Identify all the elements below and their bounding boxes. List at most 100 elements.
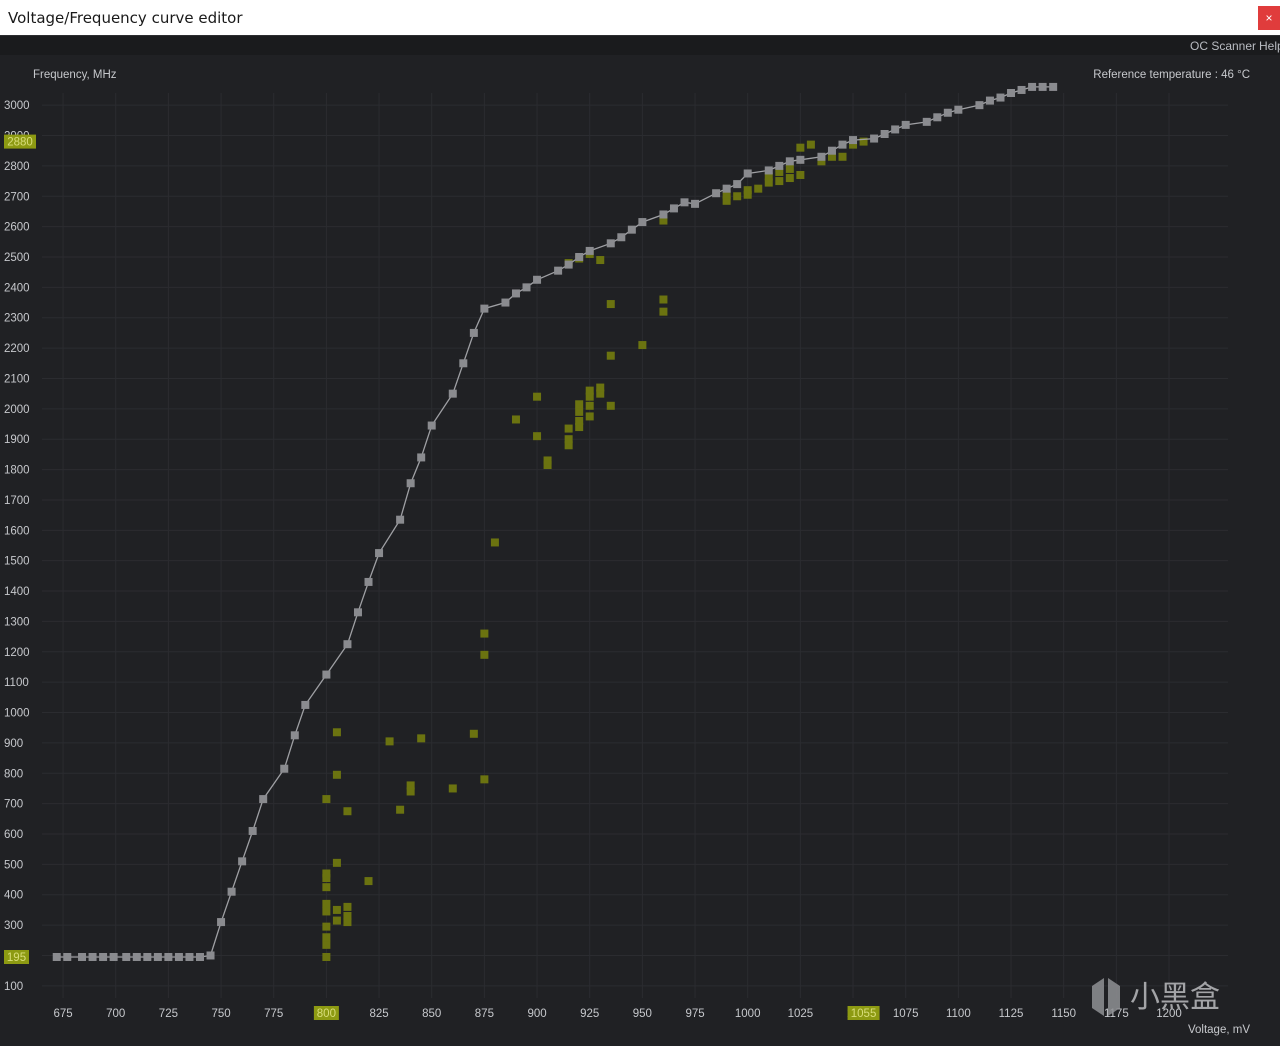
scatter-point[interactable] bbox=[469, 729, 478, 738]
curve-point[interactable] bbox=[522, 283, 531, 292]
curve-point[interactable] bbox=[933, 113, 942, 122]
scatter-point[interactable] bbox=[480, 775, 489, 784]
curve-point[interactable] bbox=[448, 389, 457, 398]
scatter-point[interactable] bbox=[322, 922, 331, 931]
scatter-point[interactable] bbox=[564, 435, 573, 444]
scatter-point[interactable] bbox=[543, 456, 552, 465]
scatter-point[interactable] bbox=[322, 869, 331, 878]
curve-point[interactable] bbox=[301, 700, 310, 709]
scatter-point[interactable] bbox=[343, 912, 352, 921]
scatter-point[interactable] bbox=[322, 795, 331, 804]
scatter-point[interactable] bbox=[585, 401, 594, 410]
scatter-point[interactable] bbox=[575, 416, 584, 425]
curve-point[interactable] bbox=[406, 479, 415, 488]
scatter-point[interactable] bbox=[838, 152, 847, 161]
scatter-point[interactable] bbox=[417, 734, 426, 743]
scatter-point[interactable] bbox=[533, 392, 542, 401]
scatter-point[interactable] bbox=[322, 953, 331, 962]
scatter-point[interactable] bbox=[396, 805, 405, 814]
scatter-point[interactable] bbox=[659, 295, 668, 304]
curve-point[interactable] bbox=[838, 140, 847, 149]
scatter-point[interactable] bbox=[332, 728, 341, 737]
scatter-point[interactable] bbox=[490, 538, 499, 547]
scatter-point[interactable] bbox=[332, 858, 341, 867]
curve-point[interactable] bbox=[954, 105, 963, 114]
curve-point[interactable] bbox=[796, 155, 805, 164]
curve-point[interactable] bbox=[554, 266, 563, 275]
curve-point[interactable] bbox=[627, 225, 636, 234]
curve-point[interactable] bbox=[849, 136, 858, 145]
scatter-point[interactable] bbox=[659, 307, 668, 316]
close-button[interactable]: × bbox=[1258, 6, 1280, 30]
curve-point[interactable] bbox=[99, 953, 108, 962]
curve-point[interactable] bbox=[122, 953, 131, 962]
curve-point[interactable] bbox=[280, 764, 289, 773]
curve-point[interactable] bbox=[575, 252, 584, 261]
curve-point[interactable] bbox=[870, 134, 879, 143]
curve-point[interactable] bbox=[88, 953, 97, 962]
curve-point[interactable] bbox=[975, 101, 984, 110]
curve-point[interactable] bbox=[606, 239, 615, 248]
scatter-point[interactable] bbox=[332, 905, 341, 914]
scatter-point[interactable] bbox=[606, 351, 615, 360]
scatter-point[interactable] bbox=[785, 174, 794, 183]
curve-point[interactable] bbox=[712, 189, 721, 198]
curve-point[interactable] bbox=[132, 953, 141, 962]
scatter-point[interactable] bbox=[806, 140, 815, 149]
scatter-point[interactable] bbox=[343, 902, 352, 911]
curve-point[interactable] bbox=[227, 887, 236, 896]
scatter-point[interactable] bbox=[796, 143, 805, 152]
scatter-point[interactable] bbox=[332, 770, 341, 779]
curve-point[interactable] bbox=[78, 953, 87, 962]
curve-point[interactable] bbox=[353, 608, 362, 617]
menu-help[interactable]: Help bbox=[1259, 39, 1280, 53]
scatter-point[interactable] bbox=[364, 877, 373, 886]
curve-point[interactable] bbox=[185, 953, 194, 962]
curve-point[interactable] bbox=[459, 359, 468, 368]
curve-point[interactable] bbox=[680, 198, 689, 207]
scatter-point[interactable] bbox=[480, 629, 489, 638]
curve-point[interactable] bbox=[1007, 89, 1016, 97]
curve-point[interactable] bbox=[564, 260, 573, 269]
curve-point[interactable] bbox=[375, 549, 384, 558]
curve-point[interactable] bbox=[501, 298, 510, 307]
curve-point[interactable] bbox=[1017, 85, 1026, 94]
curve-point[interactable] bbox=[638, 218, 647, 227]
curve-point[interactable] bbox=[217, 918, 226, 927]
curve-point[interactable] bbox=[659, 210, 668, 219]
scatter-point[interactable] bbox=[596, 256, 605, 265]
curve-point[interactable] bbox=[880, 129, 889, 138]
curve-point[interactable] bbox=[417, 453, 426, 462]
curve-point[interactable] bbox=[764, 166, 773, 175]
curve-point[interactable] bbox=[533, 275, 542, 284]
curve-point[interactable] bbox=[63, 953, 72, 962]
scatter-point[interactable] bbox=[575, 400, 584, 409]
curve-point[interactable] bbox=[52, 953, 61, 962]
curve-point[interactable] bbox=[427, 421, 436, 430]
scatter-point[interactable] bbox=[332, 916, 341, 925]
curve-point[interactable] bbox=[901, 120, 910, 129]
curve-point[interactable] bbox=[248, 826, 257, 835]
curve-point[interactable] bbox=[164, 953, 173, 962]
curve-point[interactable] bbox=[511, 289, 520, 298]
curve-point[interactable] bbox=[922, 117, 931, 126]
scatter-point[interactable] bbox=[448, 784, 457, 793]
curve-point[interactable] bbox=[153, 953, 162, 962]
curve-point[interactable] bbox=[469, 328, 478, 337]
curve-point[interactable] bbox=[290, 731, 299, 740]
scatter-point[interactable] bbox=[596, 383, 605, 392]
curve-point[interactable] bbox=[480, 304, 489, 313]
curve-point[interactable] bbox=[1049, 82, 1058, 91]
curve-point[interactable] bbox=[827, 146, 836, 155]
scatter-point[interactable] bbox=[511, 415, 520, 424]
curve-point[interactable] bbox=[143, 953, 152, 962]
scatter-point[interactable] bbox=[480, 650, 489, 659]
curve-point[interactable] bbox=[996, 93, 1005, 102]
curve-point[interactable] bbox=[775, 161, 784, 170]
curve-point[interactable] bbox=[396, 515, 405, 524]
scatter-point[interactable] bbox=[743, 186, 752, 195]
scatter-point[interactable] bbox=[785, 164, 794, 173]
scatter-point[interactable] bbox=[606, 300, 615, 309]
vf-curve-chart[interactable]: 100 300 400 500 600 700 800 900 1000 1100 1200 1300… bbox=[0, 55, 1280, 1046]
scatter-point[interactable] bbox=[585, 412, 594, 421]
